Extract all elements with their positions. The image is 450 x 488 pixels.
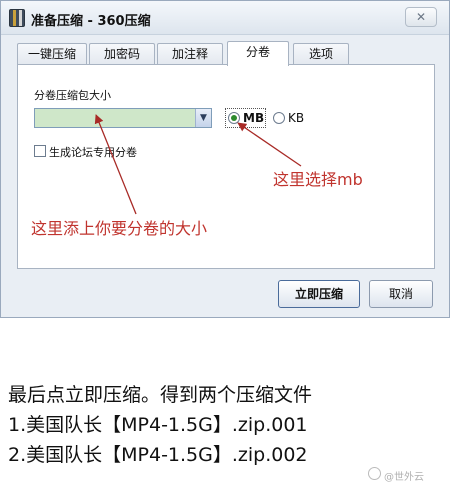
article-text: 最后点立即压缩。得到两个压缩文件 1.美国队长【MP4-1.5G】.zip.00… (8, 380, 448, 470)
watermark-logo-icon (368, 467, 381, 480)
article-line: 2.美国队长【MP4-1.5G】.zip.002 (8, 444, 308, 466)
tab-password[interactable]: 加密码 (89, 43, 155, 65)
unit-kb-label[interactable]: KB (288, 111, 304, 125)
article-line: 1.美国队长【MP4-1.5G】.zip.001 (8, 414, 308, 436)
compress-dialog: 准备压缩 - 360压缩 ✕ 一键压缩 加密码 加注释 分卷 选项 分卷压缩包大… (0, 0, 450, 318)
compress-now-button[interactable]: 立即压缩 (278, 280, 360, 308)
unit-mb-label[interactable]: MB (243, 111, 264, 125)
tab-comment[interactable]: 加注释 (157, 43, 223, 65)
annotation-fill-size: 这里添上你要分卷的大小 (31, 219, 208, 238)
unit-kb-radio[interactable] (273, 112, 285, 124)
tab-one-click[interactable]: 一键压缩 (17, 43, 87, 65)
close-button[interactable]: ✕ (405, 7, 437, 27)
split-size-label: 分卷压缩包大小 (34, 89, 111, 102)
unit-mb-radio[interactable] (228, 112, 240, 124)
app-icon (9, 9, 25, 27)
annotation-select-mb: 这里选择mb (273, 170, 363, 189)
cancel-button[interactable]: 取消 (369, 280, 433, 308)
title-bar[interactable]: 准备压缩 - 360压缩 ✕ (1, 1, 449, 35)
split-size-combobox[interactable]: ▼ (34, 108, 212, 128)
article-line: 最后点立即压缩。得到两个压缩文件 (8, 384, 313, 406)
forum-volume-checkbox[interactable] (34, 145, 46, 157)
forum-volume-label[interactable]: 生成论坛专用分卷 (49, 144, 137, 160)
watermark: @世外云 (384, 472, 424, 483)
chevron-down-icon[interactable]: ▼ (195, 109, 211, 127)
tab-split-volume[interactable]: 分卷 (227, 41, 289, 66)
window-title: 准备压缩 - 360压缩 (31, 14, 151, 29)
tab-options[interactable]: 选项 (293, 43, 349, 65)
